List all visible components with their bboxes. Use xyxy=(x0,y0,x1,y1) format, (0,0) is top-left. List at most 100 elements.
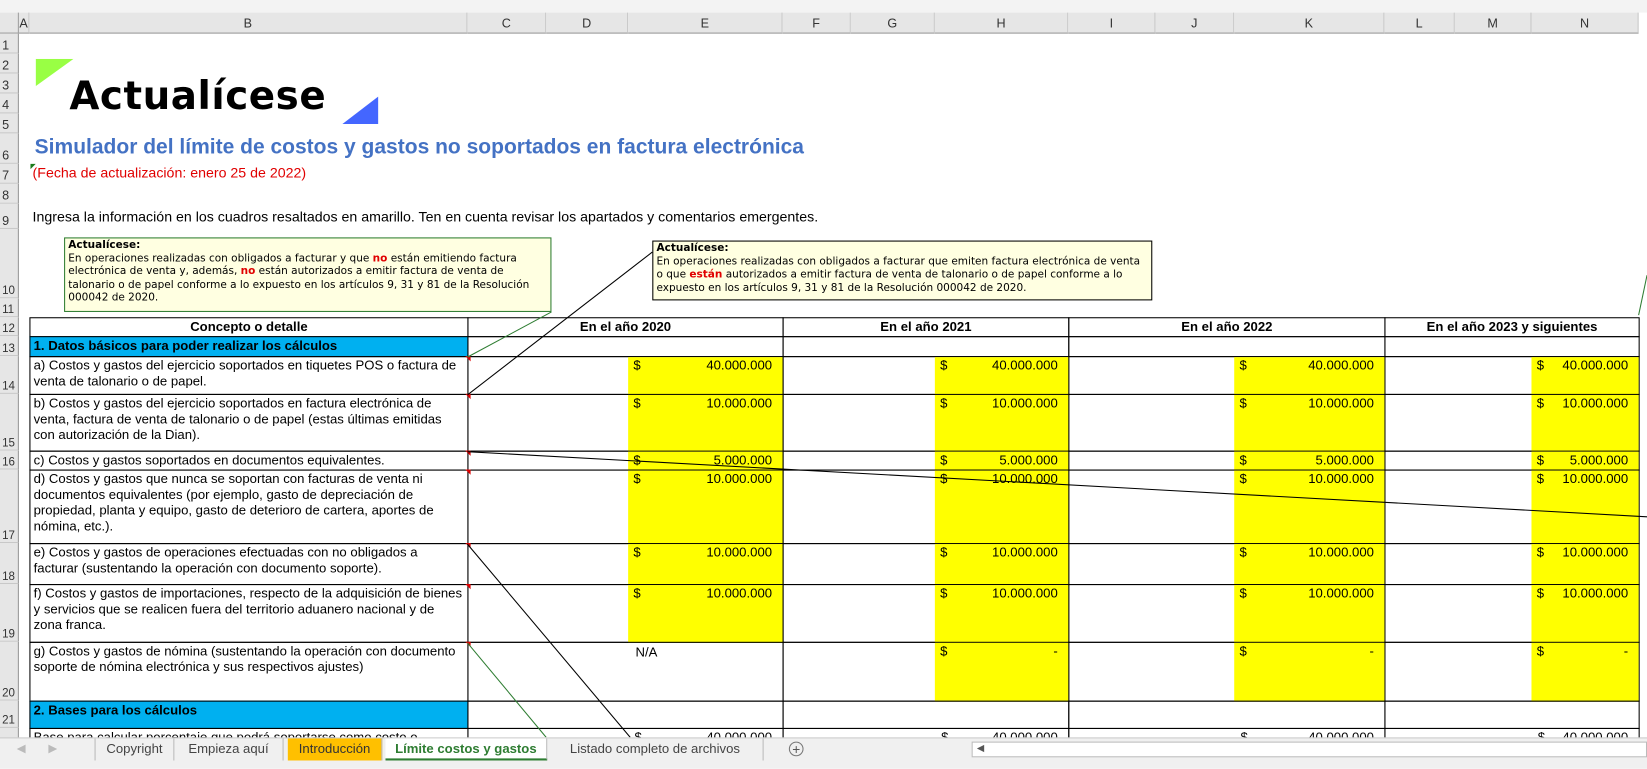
row-header-18[interactable]: 18 xyxy=(0,543,19,585)
input-cell-2021[interactable]: $10.000.000 xyxy=(934,470,1069,545)
row-header-20[interactable]: 20 xyxy=(0,641,19,701)
column-header-b[interactable]: B xyxy=(29,12,468,34)
input-cell-2020[interactable]: $10.000.000 xyxy=(628,470,783,545)
column-header-k[interactable]: K xyxy=(1234,12,1385,34)
column-header-l[interactable]: L xyxy=(1384,12,1455,34)
row-header-5[interactable]: 5 xyxy=(0,113,19,134)
select-all-button[interactable] xyxy=(0,12,19,34)
empty-cell[interactable] xyxy=(1384,700,1640,729)
column-header-h[interactable]: H xyxy=(934,12,1069,34)
row-header-2[interactable]: 2 xyxy=(0,53,19,74)
input-cell-2023[interactable]: $40.000.000 xyxy=(1531,357,1639,395)
input-cell-2021[interactable]: $5.000.000 xyxy=(934,451,1069,471)
column-header-m[interactable]: M xyxy=(1454,12,1532,34)
input-cell-2021[interactable]: $40.000.000 xyxy=(934,357,1069,395)
row-header-6[interactable]: 6 xyxy=(0,133,19,164)
comment-indicator[interactable] xyxy=(465,356,471,362)
comment-indicator[interactable] xyxy=(465,584,471,590)
currency-symbol: $ xyxy=(1536,471,1545,487)
currency-symbol: $ xyxy=(1536,586,1545,601)
input-cell-2021[interactable]: $10.000.000 xyxy=(934,544,1069,586)
row-header-15[interactable]: 15 xyxy=(0,393,19,451)
row-header-8[interactable]: 8 xyxy=(0,183,19,204)
input-cell-2021[interactable]: $ - xyxy=(934,642,1069,702)
input-cell-2020[interactable]: $5.000.000 xyxy=(628,451,783,471)
input-cell-2022[interactable]: $5.000.000 xyxy=(1234,451,1385,471)
input-cell-2020[interactable]: $10.000.000 xyxy=(628,544,783,586)
column-header-n[interactable]: N xyxy=(1531,12,1639,34)
input-cell-2021[interactable]: $10.000.000 xyxy=(934,394,1069,452)
empty-cell[interactable] xyxy=(467,336,784,358)
amount: 10.000.000 xyxy=(992,396,1058,411)
column-header-c[interactable]: C xyxy=(467,12,547,34)
column-header-f[interactable]: F xyxy=(782,12,851,34)
input-cell-2022[interactable]: $10.000.000 xyxy=(1234,470,1385,545)
table-header: En el año 2022 xyxy=(1068,317,1386,338)
input-cell-2023[interactable]: $5.000.000 xyxy=(1531,451,1639,471)
empty-cell[interactable] xyxy=(467,700,784,729)
input-cell-2023[interactable]: $10.000.000 xyxy=(1531,544,1639,586)
plus-circle-icon[interactable]: + xyxy=(788,741,804,756)
input-cell-2020[interactable]: $10.000.000 xyxy=(628,585,783,643)
next-sheet-icon[interactable]: ▶ xyxy=(48,738,57,760)
sheet-tab-2[interactable]: Empieza aquí xyxy=(174,738,284,761)
row-header-3[interactable]: 3 xyxy=(0,73,19,94)
input-cell-2023[interactable]: $10.000.000 xyxy=(1531,470,1639,545)
comment-indicator[interactable] xyxy=(465,469,471,475)
empty-cell[interactable] xyxy=(782,700,1070,729)
comment-indicator[interactable] xyxy=(30,163,36,170)
empty-cell[interactable] xyxy=(1384,336,1640,358)
comment-indicator[interactable] xyxy=(465,450,471,456)
column-header-e[interactable]: E xyxy=(628,12,783,34)
comment-indicator[interactable] xyxy=(465,393,471,400)
column-header-g[interactable]: G xyxy=(850,12,935,34)
sheet-tab-3[interactable]: Introducción xyxy=(287,738,383,761)
row-header-9[interactable]: 9 xyxy=(0,203,19,229)
row-header-21[interactable]: 21 xyxy=(0,700,19,728)
empty-cell[interactable] xyxy=(1068,700,1386,729)
sheet-tab-5[interactable]: Listado completo de archivos xyxy=(547,738,764,761)
input-cell-2023[interactable]: $10.000.000 xyxy=(1531,585,1639,643)
empty-cell[interactable] xyxy=(782,336,1070,358)
row-header-14[interactable]: 14 xyxy=(0,356,19,394)
row-header-7[interactable]: 7 xyxy=(0,163,19,184)
comment-emphasis: no xyxy=(240,265,256,278)
currency-symbol: $ xyxy=(1536,643,1545,659)
comment-box-2[interactable]: Actualícese: En operaciones realizadas c… xyxy=(652,240,1153,301)
comment-author: Actualícese: xyxy=(656,242,729,255)
formula-bar-edge xyxy=(0,0,1647,13)
sheet-tab-1[interactable]: Copyright xyxy=(94,738,175,761)
input-cell-2022[interactable]: $10.000.000 xyxy=(1234,394,1385,452)
row-header-19[interactable]: 19 xyxy=(0,584,19,642)
input-cell-2022[interactable]: $10.000.000 xyxy=(1234,544,1385,586)
sheet-tab-4[interactable]: Límite costos y gastos xyxy=(385,738,548,761)
row-header-4[interactable]: 4 xyxy=(0,93,19,114)
horizontal-scrollbar[interactable]: ◀ xyxy=(971,741,1647,758)
column-header-j[interactable]: J xyxy=(1155,12,1235,34)
comment-indicator[interactable] xyxy=(465,641,471,648)
column-header-d[interactable]: D xyxy=(546,12,629,34)
row-header-13[interactable]: 13 xyxy=(0,336,19,357)
row-header-11[interactable]: 11 xyxy=(0,298,19,318)
column-header-i[interactable]: I xyxy=(1068,12,1156,34)
row-header-16[interactable]: 16 xyxy=(0,450,19,470)
row-header-1[interactable]: 1 xyxy=(0,33,19,54)
row-header-10[interactable]: 10 xyxy=(0,228,19,299)
input-cell-2020[interactable]: $40.000.000 xyxy=(628,357,783,395)
input-cell-2023[interactable]: $ - xyxy=(1531,642,1639,702)
column-header-a[interactable]: A xyxy=(18,12,30,34)
comment-indicator[interactable] xyxy=(465,543,471,549)
input-cell-2023[interactable]: $10.000.000 xyxy=(1531,394,1639,452)
input-cell-2020[interactable]: $10.000.000 xyxy=(628,394,783,452)
input-cell-2021[interactable]: $10.000.000 xyxy=(934,585,1069,643)
input-cell-2022[interactable]: $ - xyxy=(1234,642,1385,702)
currency-symbol: $ xyxy=(940,545,948,560)
scroll-left-icon[interactable]: ◀ xyxy=(977,743,984,755)
input-cell-2022[interactable]: $10.000.000 xyxy=(1234,585,1385,643)
comment-box-1[interactable]: Actualícese: En operaciones realizadas c… xyxy=(64,237,552,312)
row-header-12[interactable]: 12 xyxy=(0,317,19,337)
empty-cell[interactable] xyxy=(1068,336,1386,358)
prev-sheet-icon[interactable]: ◀ xyxy=(17,738,26,760)
input-cell-2022[interactable]: $40.000.000 xyxy=(1234,357,1385,395)
row-header-17[interactable]: 17 xyxy=(0,469,19,544)
